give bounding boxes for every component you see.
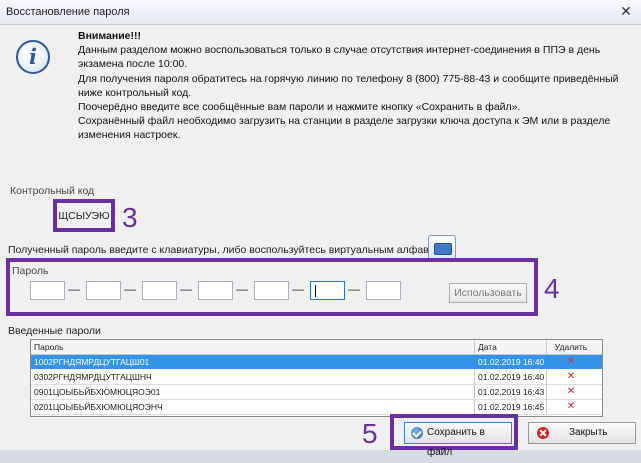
close-button[interactable]: Закрыть (528, 422, 636, 444)
table-row[interactable]: 0901ЦОЫБЬЙБХЮМЮЦЯОЭ01 01.02.2019 16:43 ✕ (31, 385, 602, 400)
table-header: Пароль Дата Удалить (31, 340, 602, 355)
entered-passwords-label: Введенные пароли (8, 325, 101, 337)
delete-icon[interactable]: ✕ (551, 370, 591, 384)
row-password: 1002РГНДЯМРДЦУТГАЦШ01 (34, 357, 150, 367)
message-line-2: Для получения пароля обратитесь на горяч… (78, 72, 619, 99)
message-line-3: Поочерёдно введите все сообщённые вам па… (78, 101, 521, 114)
control-code-label: Контрольный код (10, 185, 95, 197)
password-segment-1[interactable] (30, 281, 65, 300)
annotation-3: 3 (122, 202, 138, 233)
password-segment-5[interactable] (254, 281, 289, 300)
message-line-4: Сохранённый файл необходимо загрузить на… (78, 115, 611, 142)
password-segment-3[interactable] (142, 281, 177, 300)
save-to-file-button[interactable]: Сохранить в файл (404, 422, 512, 458)
info-message: Внимание!!! Данным разделом можно воспол… (78, 29, 638, 143)
info-icon: i (16, 40, 50, 74)
row-date: 01.02.2019 16:40 (478, 357, 545, 367)
table-row[interactable]: 0302РГНДЯМРДЦУТГАЦШНЧ 01.02.2019 16:40 ✕ (31, 370, 602, 385)
segment-separator: — (292, 282, 304, 296)
password-segment-4[interactable] (198, 281, 233, 300)
table-row[interactable]: 1002РГНДЯМРДЦУТГАЦШ01 01.02.2019 16:40 ✕ (31, 355, 602, 369)
title-bar: Восстановление пароля ✕ (0, 0, 641, 25)
delete-icon[interactable]: ✕ (551, 355, 591, 369)
save-button-label: Сохранить в файл (427, 427, 485, 458)
control-code-highlight: ЩСЫУЭЮ (53, 199, 115, 232)
checkmark-icon (411, 427, 423, 439)
close-icon (537, 427, 549, 439)
segment-separator: — (180, 282, 192, 296)
segment-separator: — (68, 282, 80, 296)
message-line-1: Данным разделом можно воспользоваться то… (78, 44, 601, 71)
password-recovery-window: Восстановление пароля ✕ i Внимание!!! Да… (0, 0, 641, 458)
row-date: 01.02.2019 16:40 (478, 372, 545, 382)
use-button[interactable]: Использовать (449, 283, 527, 303)
close-window-icon[interactable]: ✕ (615, 2, 637, 20)
delete-icon[interactable]: ✕ (551, 385, 591, 399)
segment-separator: — (348, 282, 360, 296)
column-delete[interactable]: Удалить (551, 340, 591, 354)
entered-passwords-table: Пароль Дата Удалить 1002РГНДЯМРДЦУТГАЦШ0… (30, 339, 603, 417)
password-instruction: Полученный пароль введите с клавиатуры, … (8, 244, 456, 256)
warning-heading: Внимание!!! (78, 30, 141, 42)
segment-separator: — (236, 282, 248, 296)
delete-icon[interactable]: ✕ (551, 400, 591, 414)
column-date[interactable]: Дата (478, 340, 497, 354)
password-label: Пароль (12, 265, 49, 277)
row-date: 01.02.2019 16:43 (478, 387, 545, 397)
close-button-label: Закрыть (569, 427, 608, 438)
row-password: 0901ЦОЫБЬЙБХЮМЮЦЯОЭ01 (34, 387, 161, 397)
control-code-value: ЩСЫУЭЮ (58, 210, 110, 222)
table-row[interactable]: 0201ЦОЫБЬЙБХЮМЮЦЯОЭНЧ 01.02.2019 16:45 ✕ (31, 400, 602, 415)
row-date: 01.02.2019 16:45 (478, 402, 545, 412)
password-segment-6[interactable] (310, 281, 345, 300)
keyboard-icon (434, 243, 452, 255)
row-password: 0302РГНДЯМРДЦУТГАЦШНЧ (34, 372, 152, 382)
password-segment-2[interactable] (86, 281, 121, 300)
password-segment-7[interactable] (366, 281, 401, 300)
window-title: Восстановление пароля (6, 6, 130, 18)
segment-separator: — (124, 282, 136, 296)
annotation-4: 4 (544, 273, 560, 304)
row-password: 0201ЦОЫБЬЙБХЮМЮЦЯОЭНЧ (34, 402, 163, 412)
annotation-5: 5 (362, 418, 378, 449)
column-password[interactable]: Пароль (34, 340, 64, 354)
